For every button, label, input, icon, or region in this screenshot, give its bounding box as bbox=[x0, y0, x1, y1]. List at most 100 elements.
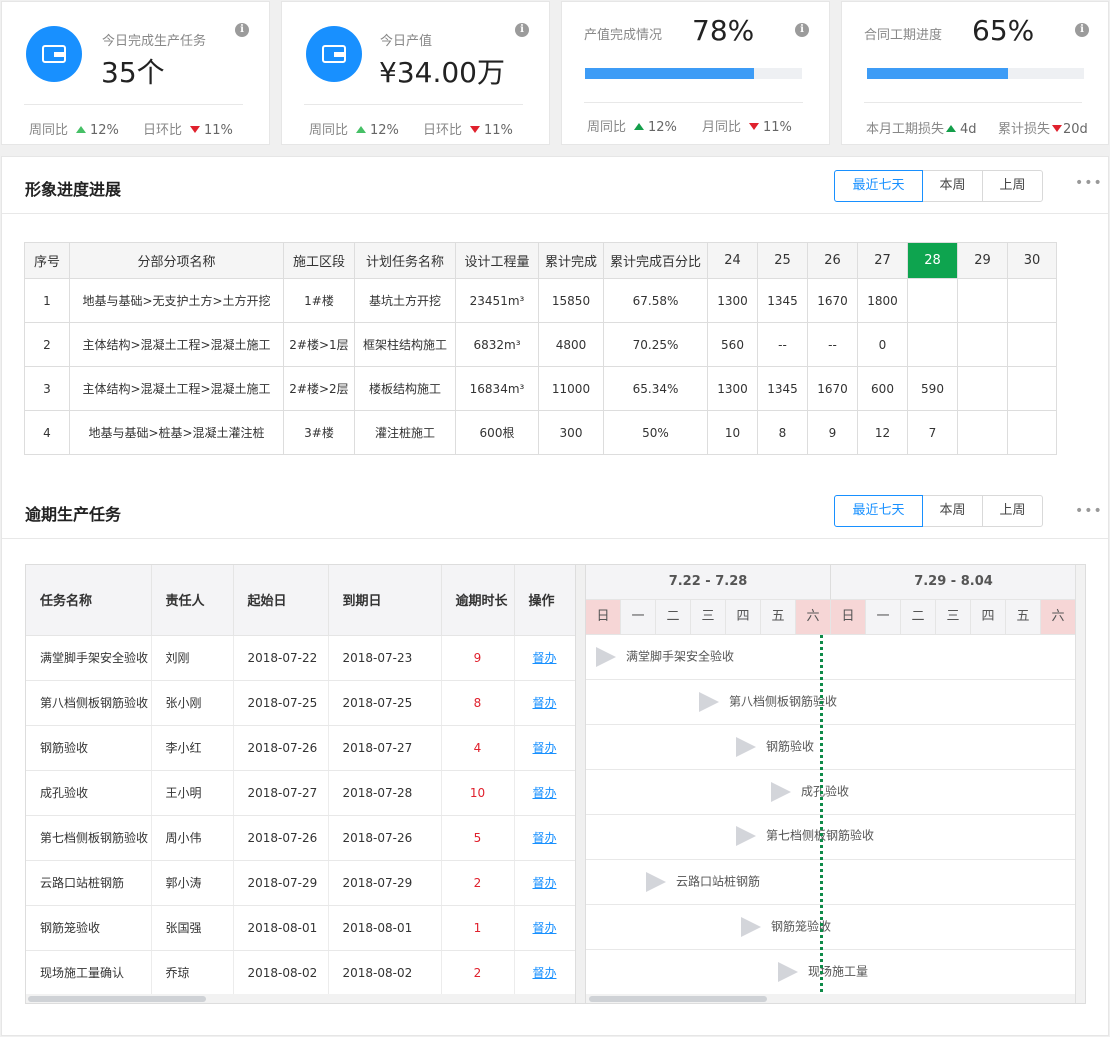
gantt-task-label: 现场施工量 bbox=[808, 964, 869, 979]
period-tabs: 最近七天 本周 上周 bbox=[834, 170, 1043, 202]
table-cell: 15850 bbox=[538, 278, 604, 323]
tab-last-seven-days[interactable]: 最近七天 bbox=[834, 170, 923, 202]
overdue-days: 2 bbox=[441, 860, 515, 906]
vertical-scrollbar[interactable] bbox=[1075, 565, 1085, 1003]
table-cell: 2018-07-28 bbox=[328, 770, 442, 816]
horizontal-scrollbar[interactable] bbox=[26, 994, 575, 1003]
supervise-link[interactable]: 督办 bbox=[532, 696, 556, 710]
wallet-icon bbox=[26, 26, 82, 82]
table-cell: 2018-07-25 bbox=[328, 680, 442, 726]
table-cell: 12 bbox=[857, 410, 908, 455]
table-cell: 590 bbox=[907, 366, 958, 411]
scrollbar-thumb[interactable] bbox=[589, 996, 767, 1002]
kpi-foot-1: 本月工期损失 4d bbox=[866, 122, 977, 137]
table-cell: 张国强 bbox=[151, 905, 234, 951]
gantt-task[interactable]: 第八档侧板钢筋验收 bbox=[699, 692, 837, 712]
table-row: 钢筋验收 李小红 2018-07-26 2018-07-27 4 督办 bbox=[26, 725, 576, 771]
horizontal-scrollbar[interactable] bbox=[586, 994, 1077, 1003]
table-row: 第八档侧板钢筋验收 张小刚 2018-07-25 2018-07-25 8 督办 bbox=[26, 680, 576, 726]
kpi-value: 78% bbox=[692, 14, 755, 47]
table-cell: 李小红 bbox=[151, 725, 234, 771]
section-title: 形象进度进展 bbox=[25, 180, 122, 199]
kpi-value: 65% bbox=[972, 14, 1035, 47]
table-cell: 2#楼>1层 bbox=[283, 322, 355, 367]
gantt-task[interactable]: 钢筋验收 bbox=[736, 737, 814, 757]
col-header: 25 bbox=[757, 242, 808, 279]
overdue-days: 1 bbox=[441, 905, 515, 951]
kpi-foot-2: 累计损失 20d bbox=[998, 122, 1088, 137]
scrollbar-thumb[interactable] bbox=[28, 996, 206, 1002]
up-arrow-icon bbox=[356, 126, 367, 133]
tab-this-week[interactable]: 本周 bbox=[922, 495, 983, 527]
col-header: 逾期时长 bbox=[441, 565, 515, 636]
overdue-days: 4 bbox=[441, 725, 515, 771]
supervise-link[interactable]: 督办 bbox=[532, 651, 556, 665]
more-icon[interactable]: ••• bbox=[1075, 504, 1103, 518]
supervise-link[interactable]: 督办 bbox=[532, 786, 556, 800]
divider bbox=[304, 104, 523, 105]
gantt-task[interactable]: 钢筋笼验收 bbox=[741, 917, 831, 937]
task-marker-icon bbox=[741, 917, 761, 937]
col-header: 施工区段 bbox=[283, 242, 355, 279]
gantt-task-label: 满堂脚手架安全验收 bbox=[626, 649, 735, 664]
day-header: 一 bbox=[866, 600, 901, 635]
table-cell: 9 bbox=[807, 410, 858, 455]
table-row: 钢筋笼验收 张国强 2018-08-01 2018-08-01 1 督办 bbox=[26, 905, 576, 951]
pane-splitter[interactable] bbox=[575, 565, 586, 1003]
table-cell: 2018-07-29 bbox=[233, 860, 329, 906]
info-icon[interactable]: i bbox=[515, 23, 529, 37]
table-cell: 0 bbox=[857, 322, 908, 367]
week-header: 7.22 - 7.28 bbox=[586, 565, 831, 600]
kpi-foot-2: 日环比 11% bbox=[143, 123, 233, 138]
table-cell: 第八档侧板钢筋验收 bbox=[26, 680, 152, 726]
gantt-task[interactable]: 第七档侧板钢筋验收 bbox=[736, 826, 874, 846]
table-cell: 云路口站桩钢筋 bbox=[26, 860, 152, 906]
table-row: 现场施工量确认 乔琼 2018-08-02 2018-08-02 2 督办 bbox=[26, 950, 576, 996]
tab-last-week[interactable]: 上周 bbox=[982, 170, 1043, 202]
gantt-task[interactable]: 云路口站桩钢筋 bbox=[646, 872, 760, 892]
table-cell: 2018-07-27 bbox=[328, 725, 442, 771]
supervise-link[interactable]: 督办 bbox=[532, 831, 556, 845]
supervise-link[interactable]: 督办 bbox=[532, 876, 556, 890]
day-header: 六 bbox=[796, 600, 831, 635]
task-marker-icon bbox=[699, 692, 719, 712]
today-marker bbox=[820, 600, 823, 992]
table-cell: 基坑土方开挖 bbox=[354, 278, 456, 323]
table-row: 第七档侧板钢筋验收 周小伟 2018-07-26 2018-07-26 5 督办 bbox=[26, 815, 576, 861]
table-cell bbox=[1007, 410, 1057, 455]
table-cell: 2018-08-01 bbox=[233, 905, 329, 951]
progress-table: 序号 分部分项名称 施工区段 计划任务名称 设计工程量 累计完成 累计完成百分比… bbox=[24, 242, 1057, 455]
col-header: 计划任务名称 bbox=[354, 242, 456, 279]
table-cell bbox=[957, 410, 1008, 455]
divider bbox=[864, 102, 1082, 103]
tab-last-seven-days[interactable]: 最近七天 bbox=[834, 495, 923, 527]
col-header: 累计完成百分比 bbox=[603, 242, 708, 279]
table-cell: 2018-07-26 bbox=[233, 725, 329, 771]
action-cell: 督办 bbox=[514, 725, 576, 771]
supervise-link[interactable]: 督办 bbox=[532, 966, 556, 980]
info-icon[interactable]: i bbox=[235, 23, 249, 37]
table-cell: 4 bbox=[24, 410, 70, 455]
table-cell: 1300 bbox=[707, 278, 758, 323]
tab-this-week[interactable]: 本周 bbox=[922, 170, 983, 202]
info-icon[interactable]: i bbox=[795, 23, 809, 37]
task-marker-icon bbox=[771, 782, 791, 802]
tab-last-week[interactable]: 上周 bbox=[982, 495, 1043, 527]
table-cell: 3 bbox=[24, 366, 70, 411]
table-header-row: 任务名称 责任人 起始日 到期日 逾期时长 操作 bbox=[26, 565, 576, 636]
table-header-row: 序号 分部分项名称 施工区段 计划任务名称 设计工程量 累计完成 累计完成百分比… bbox=[24, 242, 1057, 279]
table-cell: 300 bbox=[538, 410, 604, 455]
day-header: 六 bbox=[1041, 600, 1076, 635]
supervise-link[interactable]: 督办 bbox=[532, 921, 556, 935]
table-cell: 6832m³ bbox=[455, 322, 539, 367]
gantt-task[interactable]: 成孔验收 bbox=[771, 782, 849, 802]
section-title: 逾期生产任务 bbox=[25, 505, 122, 524]
gantt-task-label: 成孔验收 bbox=[801, 784, 850, 799]
kpi-label: 今日完成生产任务 bbox=[102, 34, 207, 49]
info-icon[interactable]: i bbox=[1075, 23, 1089, 37]
supervise-link[interactable]: 督办 bbox=[532, 741, 556, 755]
gantt-task[interactable]: 现场施工量 bbox=[778, 962, 868, 982]
table-cell: 2018-08-02 bbox=[233, 950, 329, 996]
more-icon[interactable]: ••• bbox=[1075, 176, 1103, 190]
gantt-task[interactable]: 满堂脚手架安全验收 bbox=[596, 647, 734, 667]
